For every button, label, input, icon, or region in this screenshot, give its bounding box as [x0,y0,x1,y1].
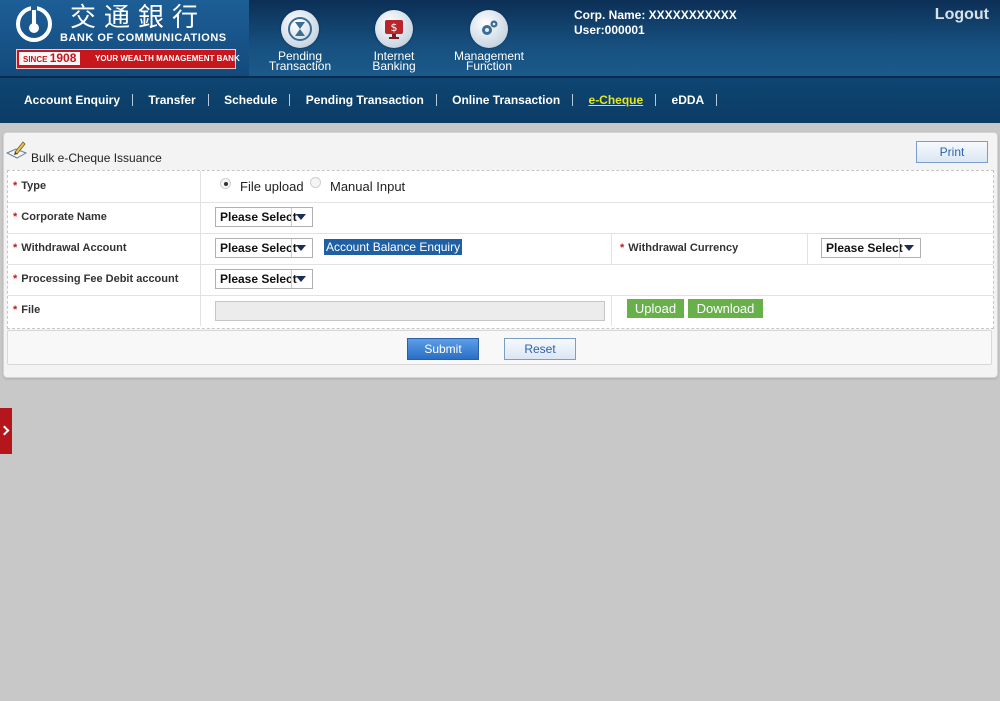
logout-link[interactable]: Logout [935,6,989,24]
corporate-name-label: * Corporate Name [8,202,201,233]
account-balance-enquiry-link[interactable]: Account Balance Enquiry [324,239,463,255]
file-upload-label[interactable]: File upload [240,179,304,194]
logo-slogan-bar: SINCE 1908 YOUR WEALTH MANAGEMENT BANK [16,49,240,69]
chevron-down-icon [899,239,920,257]
nav-account-enquiry[interactable]: Account Enquiry [12,94,134,106]
withdrawal-currency-text: Withdrawal Currency [628,242,739,254]
chevron-down-icon [291,270,312,288]
manual-input-label[interactable]: Manual Input [330,179,405,194]
withdrawal-account-text: Withdrawal Account [21,242,127,254]
required-mark: * [13,304,18,316]
manual-input-radio[interactable] [310,177,321,188]
file-upload-radio[interactable] [220,178,231,189]
reset-button[interactable]: Reset [504,338,576,360]
hourglass-icon [281,10,319,48]
withdrawal-account-label: * Withdrawal Account [8,233,201,264]
since-badge: SINCE 1908 [19,51,81,65]
nav-transfer[interactable]: Transfer [136,94,209,106]
divider [611,295,612,326]
user-id: User:000001 [574,23,645,37]
side-expand-tab[interactable] [0,408,12,454]
withdrawal-currency-select[interactable]: Please Select [821,238,921,258]
file-row: * File Upload Download [8,295,993,326]
download-button[interactable]: Download [688,299,763,318]
type-row: * Type File upload Manual Input [8,171,993,203]
chevron-down-icon [291,208,312,226]
print-button[interactable]: Print [916,141,988,163]
chevron-down-icon [291,239,312,257]
bank-emblem-icon [16,6,52,42]
bank-logo[interactable]: 交通銀行 BANK OF COMMUNICATIONS SINCE 1908 Y… [0,0,249,76]
required-mark: * [13,273,18,285]
pencil-paper-icon [6,141,28,159]
processing-fee-row: * Processing Fee Debit account Please Sel… [8,264,993,296]
corporate-name-select[interactable]: Please Select [215,207,313,227]
since-year: 1908 [49,51,77,65]
topnav-label-line2: Banking [372,59,416,73]
required-mark: * [13,180,18,192]
header: 交通銀行 BANK OF COMMUNICATIONS SINCE 1908 Y… [0,0,1000,76]
topnav-label-line2: Transaction [268,59,332,73]
select-value: Please Select [220,272,297,286]
main-nav: Account Enquiry Transfer Schedule Pendin… [0,76,1000,123]
required-mark: * [13,211,18,223]
nav-online-transaction[interactable]: Online Transaction [440,94,574,106]
file-path-input[interactable] [215,301,605,321]
withdrawal-account-row: * Withdrawal Account Please Select Accoun… [8,233,993,265]
processing-fee-label: * Processing Fee Debit account [8,264,201,295]
gears-icon [470,10,508,48]
topnav-internet-banking[interactable]: $ Internet Banking [354,10,434,73]
panel-title: Bulk e-Cheque Issuance [31,151,162,165]
bulk-echeque-panel: Bulk e-Cheque Issuance Print * Type File … [3,132,998,378]
processing-fee-text: Processing Fee Debit account [21,273,179,285]
select-value: Please Select [220,241,297,255]
corp-info: Corp. Name: XXXXXXXXXXX User:000001 [574,8,737,38]
nav-edda[interactable]: eDDA [660,94,718,106]
withdrawal-currency-label: * Withdrawal Currency [611,233,808,264]
submit-button[interactable]: Submit [407,338,479,360]
topnav-management-function[interactable]: Management Function [449,10,529,72]
processing-fee-select[interactable]: Please Select [215,269,313,289]
corp-name: Corp. Name: XXXXXXXXXXX [574,8,737,22]
type-label-text: Type [21,180,47,192]
issuance-form: * Type File upload Manual Input * Corporat… [7,170,994,329]
since-label: SINCE [23,55,48,64]
corporate-name-text: Corporate Name [21,211,107,223]
required-mark: * [13,242,18,254]
nav-pending-transaction[interactable]: Pending Transaction [294,94,437,106]
slogan: YOUR WEALTH MANAGEMENT BANK [95,54,240,63]
file-label: * File [8,295,201,326]
select-value: Please Select [826,241,903,255]
nav-e-cheque[interactable]: e-Cheque [577,94,657,106]
form-button-bar: Submit Reset [7,330,992,365]
corporate-name-row: * Corporate Name Please Select [8,202,993,234]
dollar-monitor-icon: $ [375,10,413,48]
upload-button[interactable]: Upload [627,299,684,318]
select-value: Please Select [220,210,297,224]
required-mark: * [620,242,625,254]
type-label: * Type [8,171,201,202]
file-label-text: File [21,304,41,316]
nav-schedule[interactable]: Schedule [212,94,291,106]
bank-name-english: BANK OF COMMUNICATIONS [60,32,227,44]
svg-text:$: $ [391,21,398,34]
withdrawal-account-select[interactable]: Please Select [215,238,313,258]
topnav-pending-transaction[interactable]: Pending Transaction [260,10,340,73]
bank-name-chinese: 交通銀行 [70,3,207,33]
